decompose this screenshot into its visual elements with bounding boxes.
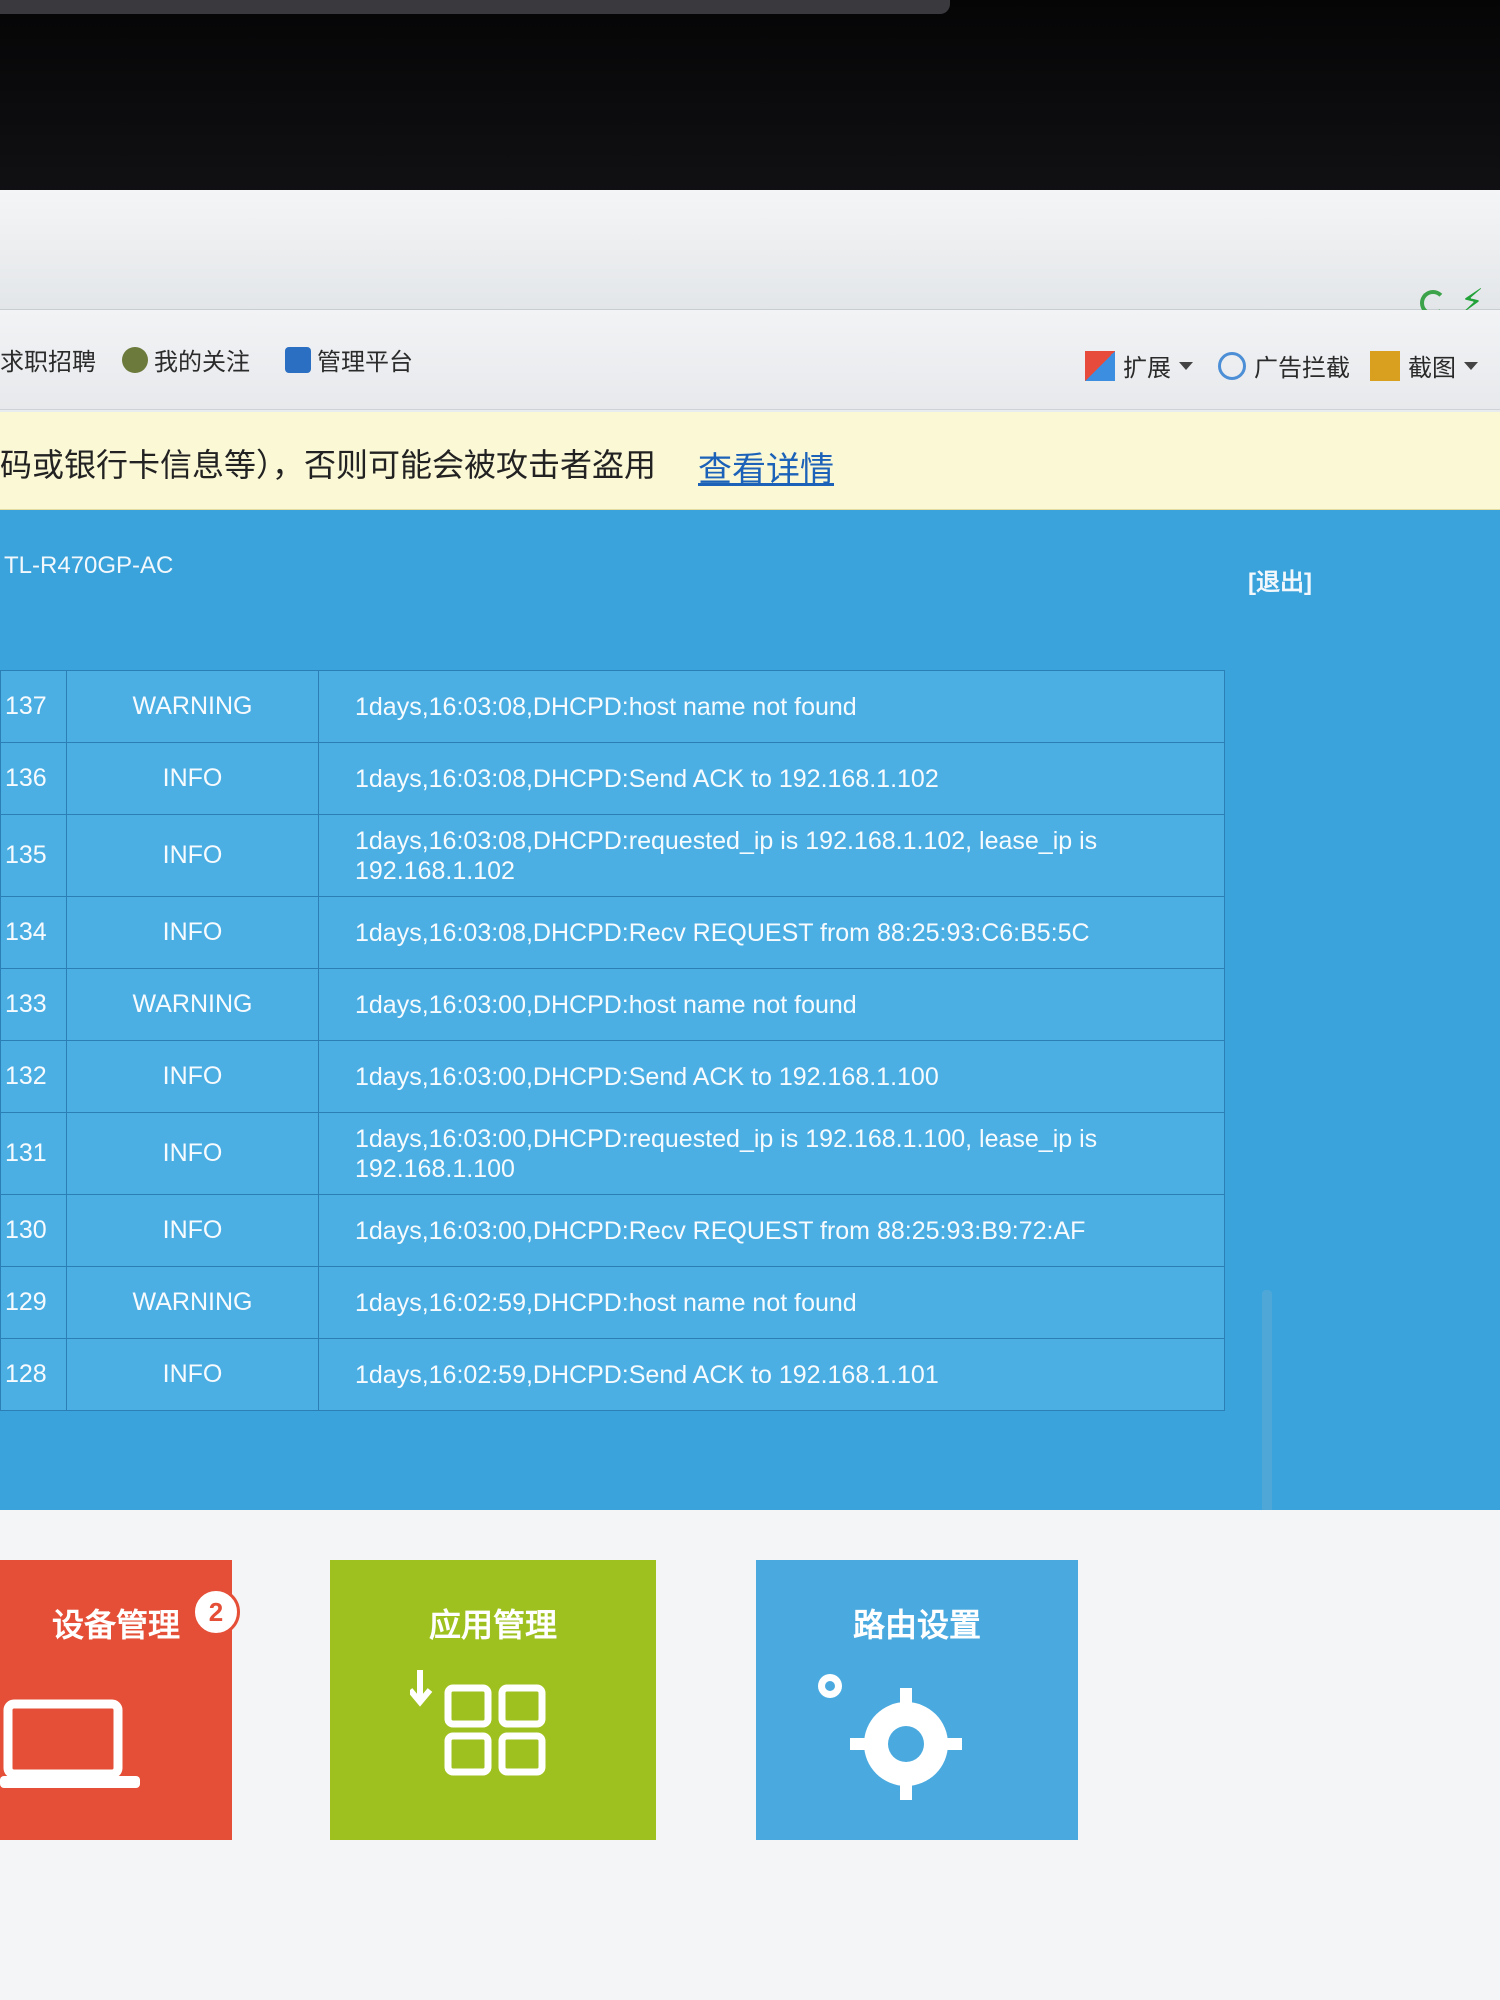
scissors-icon	[1370, 350, 1400, 381]
log-row: 130 INFO 1days,16:03:00,DHCPD:Recv REQUEST…	[0, 1194, 1225, 1267]
bookmark-follow[interactable]: 我的关注	[122, 342, 250, 377]
log-row: 136 INFO 1days,16:03:08,DHCPD:Send ACK to …	[0, 742, 1225, 815]
monitor-top-bezel	[0, 0, 1500, 195]
log-row: 128 INFO 1days,16:02:59,DHCPD:Send ACK to …	[0, 1338, 1225, 1411]
bookmark-jobs[interactable]: 求职招聘	[0, 342, 96, 377]
log-row: 135 INFO 1days,16:03:08,DHCPD:requested_ip…	[0, 814, 1225, 897]
bookmark-admin[interactable]: 管理平台	[285, 342, 413, 377]
bookmarks-bar: 求职招聘 我的关注 管理平台 扩展 广告拦截 截图	[0, 310, 1500, 410]
gear-icon	[818, 1674, 962, 1800]
browser-toolbar: ⚡	[0, 190, 1500, 321]
log-row: 134 INFO 1days,16:03:08,DHCPD:Recv REQUEST…	[0, 896, 1225, 969]
bookmark-label: 管理平台	[317, 349, 413, 376]
log-message: 1days,16:03:00,DHCPD:host name not found	[318, 968, 1225, 1041]
log-message: 1days,16:02:59,DHCPD:host name not found	[318, 1266, 1225, 1339]
notice-text: 码或银行卡信息等），否则可能会被攻击者盗用	[0, 447, 657, 483]
tile-label: 应用管理	[428, 1607, 557, 1643]
log-message: 1days,16:02:59,DHCPD:Send ACK to 192.168…	[318, 1338, 1225, 1411]
log-id: 130	[0, 1194, 67, 1267]
log-id: 128	[0, 1338, 67, 1411]
apps-grid-icon	[410, 1670, 546, 1776]
tile-device-management[interactable]: 设备管理 2	[0, 1560, 240, 1840]
log-level: WARNING	[66, 670, 319, 743]
photo-of-screen: ⚡ 求职招聘 我的关注 管理平台 扩展 广告拦截 截图 码或银行卡信息等），否则…	[0, 0, 1500, 2000]
log-message: 1days,16:03:08,DHCPD:Send ACK to 192.168…	[318, 742, 1225, 815]
adblock-button[interactable]: 广告拦截	[1218, 348, 1350, 383]
extensions-menu[interactable]: 扩展	[1085, 348, 1193, 383]
log-level: WARNING	[66, 968, 319, 1041]
log-level: INFO	[66, 1040, 319, 1113]
browser-window: ⚡ 求职招聘 我的关注 管理平台 扩展 广告拦截 截图 码或银行卡信息等），否则…	[0, 190, 1500, 2000]
log-level: INFO	[66, 742, 319, 815]
main-menu-tiles: 设备管理 2 应用管理 路由设置	[0, 1490, 1500, 2000]
log-id: 131	[0, 1112, 67, 1195]
extensions-icon	[1085, 350, 1115, 381]
extensions-label: 扩展	[1123, 355, 1171, 382]
security-notice-bar: 码或银行卡信息等），否则可能会被攻击者盗用 查看详情	[0, 412, 1500, 510]
log-row: 132 INFO 1days,16:03:00,DHCPD:Send ACK to …	[0, 1040, 1225, 1113]
log-level: INFO	[66, 1338, 319, 1411]
log-id: 137	[0, 670, 67, 743]
bezel-edge	[0, 0, 950, 14]
log-row: 129 WARNING 1days,16:02:59,DHCPD:host name…	[0, 1266, 1225, 1339]
adblock-icon	[1218, 351, 1246, 380]
platform-icon	[285, 346, 311, 373]
log-level: INFO	[66, 1194, 319, 1267]
log-id: 135	[0, 814, 67, 897]
bookmark-label: 求职招聘	[0, 349, 96, 376]
log-id: 133	[0, 968, 67, 1041]
laptop-icon	[0, 1699, 140, 1788]
screenshot-label: 截图	[1408, 355, 1456, 382]
tile-router-settings[interactable]: 路由设置	[756, 1560, 1078, 1840]
log-id: 129	[0, 1266, 67, 1339]
router-admin-panel: TL-R470GP-AC [退出] 137 WARNING 1days,16:03:…	[0, 510, 1500, 1750]
chevron-down-icon	[1464, 361, 1478, 370]
log-row: 131 INFO 1days,16:03:00,DHCPD:requested_ip…	[0, 1112, 1225, 1195]
log-message: 1days,16:03:08,DHCPD:requested_ip is 192…	[318, 814, 1225, 897]
system-log-table: 137 WARNING 1days,16:03:08,DHCPD:host name…	[0, 670, 1225, 1411]
log-level: INFO	[66, 1112, 319, 1195]
notification-badge: 2	[192, 1588, 240, 1636]
active-tab-pointer	[905, 1490, 945, 1510]
tile-label: 路由设置	[852, 1607, 981, 1643]
view-details-link[interactable]: 查看详情	[698, 442, 834, 491]
log-level: INFO	[66, 814, 319, 897]
log-level: WARNING	[66, 1266, 319, 1339]
log-id: 136	[0, 742, 67, 815]
log-message: 1days,16:03:00,DHCPD:Send ACK to 192.168…	[318, 1040, 1225, 1113]
router-model: TL-R470GP-AC	[4, 552, 174, 579]
log-message: 1days,16:03:08,DHCPD:Recv REQUEST from 8…	[318, 896, 1225, 969]
log-row: 137 WARNING 1days,16:03:08,DHCPD:host name…	[0, 670, 1225, 743]
log-message: 1days,16:03:00,DHCPD:requested_ip is 192…	[318, 1112, 1225, 1195]
log-message: 1days,16:03:00,DHCPD:Recv REQUEST from 8…	[318, 1194, 1225, 1267]
bookmark-label: 我的关注	[154, 349, 250, 376]
logout-link[interactable]: [退出]	[1248, 562, 1312, 597]
screenshot-menu[interactable]: 截图	[1370, 348, 1478, 383]
chevron-down-icon	[1179, 361, 1193, 370]
adblock-label: 广告拦截	[1254, 355, 1350, 382]
log-level: INFO	[66, 896, 319, 969]
log-id: 132	[0, 1040, 67, 1113]
log-message: 1days,16:03:08,DHCPD:host name not found	[318, 670, 1225, 743]
log-row: 133 WARNING 1days,16:03:00,DHCPD:host name…	[0, 968, 1225, 1041]
log-id: 134	[0, 896, 67, 969]
bird-icon	[122, 346, 148, 373]
tile-app-management[interactable]: 应用管理	[330, 1560, 656, 1840]
